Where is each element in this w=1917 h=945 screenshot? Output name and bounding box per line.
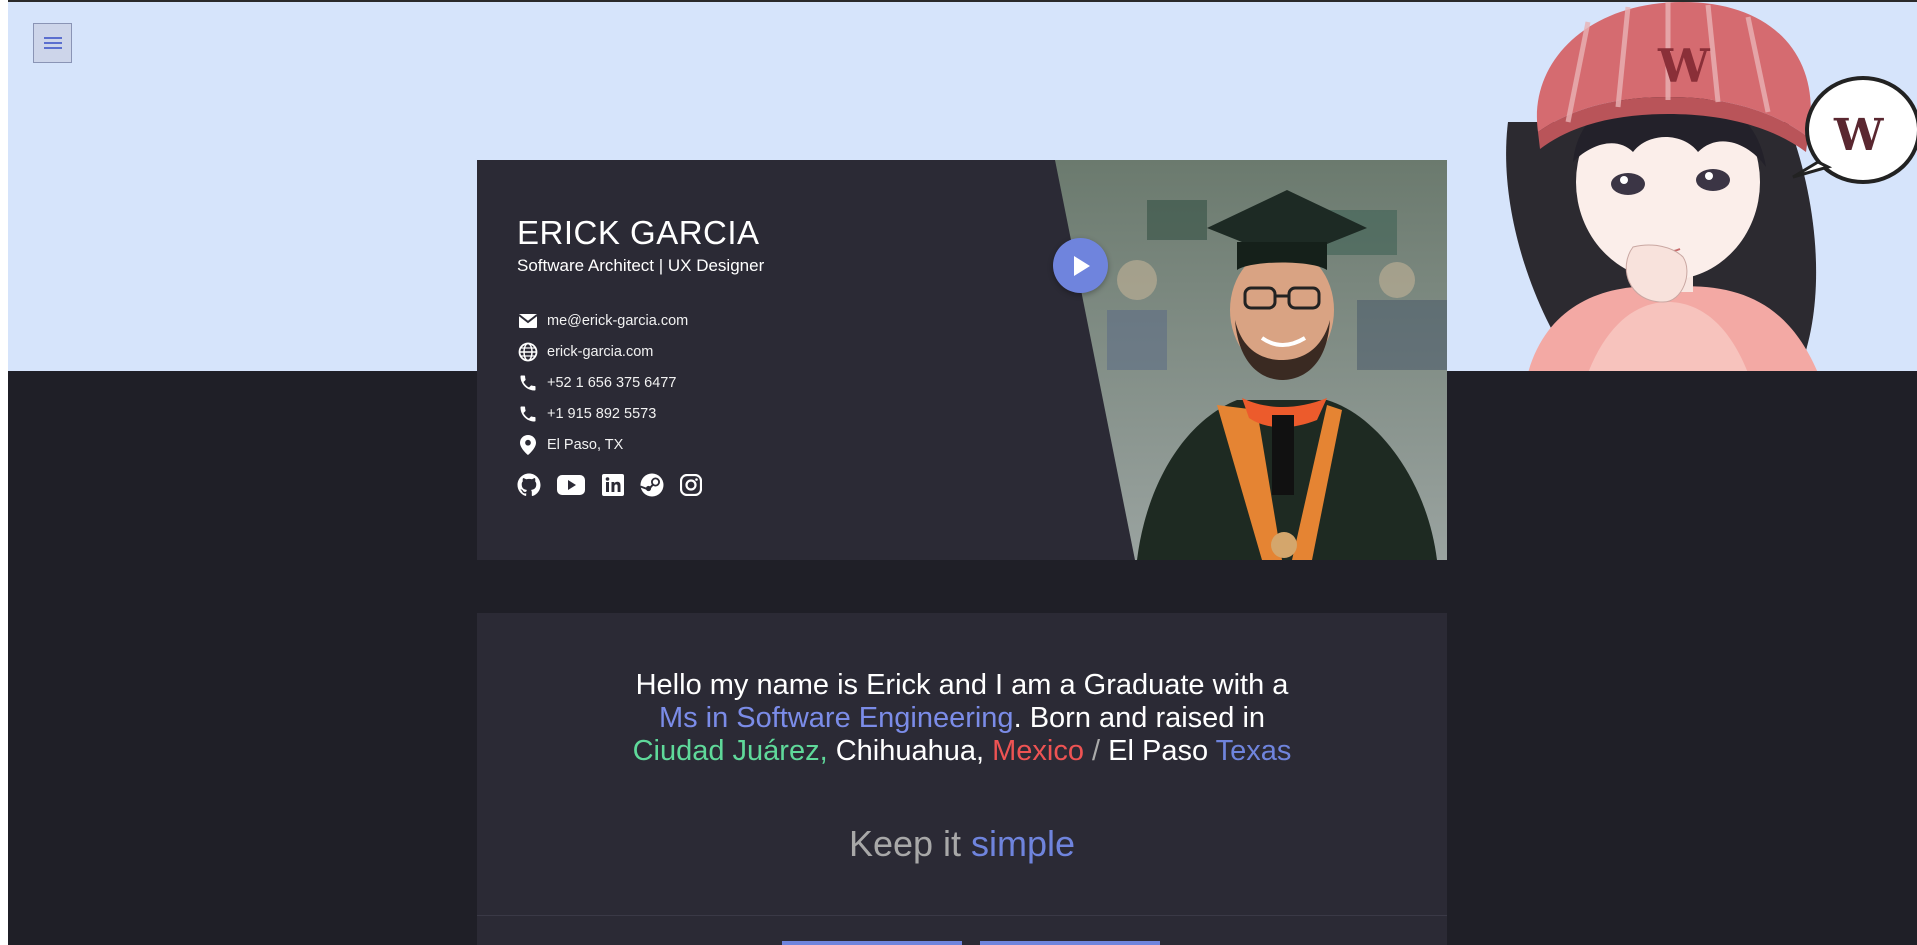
steam-icon[interactable] — [640, 472, 664, 498]
play-icon — [1073, 255, 1090, 276]
contact-phone-mx[interactable]: +52 1 656 375 6477 — [517, 367, 688, 398]
motto-accent: simple — [971, 823, 1076, 864]
youtube-icon[interactable] — [556, 472, 586, 498]
contact-phone-us[interactable]: +1 915 892 5573 — [517, 398, 688, 429]
play-video-button[interactable] — [1053, 238, 1108, 293]
anime-illustration: W W — [1468, 2, 1917, 371]
contact-email[interactable]: me@erick-garcia.com — [517, 305, 688, 336]
instagram-icon[interactable] — [679, 472, 703, 498]
hamburger-icon — [43, 37, 62, 49]
slash-text: / — [1083, 735, 1109, 767]
phone-icon — [517, 372, 539, 394]
social-links — [517, 472, 703, 498]
country-text: Mexico — [992, 735, 1084, 767]
globe-icon — [517, 341, 539, 363]
phone-icon — [517, 403, 539, 425]
degree-text: Ms in Software Engineering — [658, 702, 1014, 734]
about-section: Hello my name is Erick and I am a Gradua… — [477, 613, 1447, 945]
city-text: Ciudad Juárez, — [632, 735, 828, 767]
section-divider — [477, 915, 1447, 916]
svg-text:W: W — [1657, 39, 1711, 93]
contact-email-text: me@erick-garcia.com — [547, 312, 689, 329]
profile-name: ERICK GARCIA — [517, 214, 760, 251]
graduation-photo — [1055, 160, 1447, 560]
intro-line2: . Born and raised in — [1013, 702, 1266, 734]
us-state-text: Texas — [1215, 735, 1292, 767]
motto-plain: Keep it — [848, 823, 972, 864]
contact-list: me@erick-garcia.com erick-garcia.com +52… — [517, 305, 688, 460]
motto-text: Keep it simple — [477, 823, 1447, 865]
linkedin-icon[interactable] — [601, 472, 625, 498]
contact-location: El Paso, TX — [517, 429, 688, 460]
profile-title: Software Architect | UX Designer — [517, 256, 765, 275]
action-button-1[interactable] — [782, 941, 962, 945]
contact-phone-us-text: +1 915 892 5573 — [547, 405, 657, 422]
mail-icon — [517, 310, 539, 332]
state-text: Chihuahua, — [827, 735, 993, 767]
contact-phone-mx-text: +52 1 656 375 6477 — [547, 374, 677, 391]
intro-line1: Hello my name is Erick and I am a Gradua… — [635, 669, 1289, 701]
intro-text: Hello my name is Erick and I am a Gradua… — [477, 669, 1447, 768]
contact-location-text: El Paso, TX — [547, 436, 624, 453]
contact-website[interactable]: erick-garcia.com — [517, 336, 688, 367]
github-icon[interactable] — [517, 472, 541, 498]
contact-website-text: erick-garcia.com — [547, 343, 654, 360]
us-city-text: El Paso — [1108, 735, 1216, 767]
location-pin-icon — [517, 434, 539, 456]
svg-text:W: W — [1833, 110, 1884, 161]
action-button-2[interactable] — [980, 941, 1160, 945]
menu-button[interactable] — [33, 23, 72, 63]
profile-card: ERICK GARCIA Software Architect | UX Des… — [477, 160, 1447, 560]
